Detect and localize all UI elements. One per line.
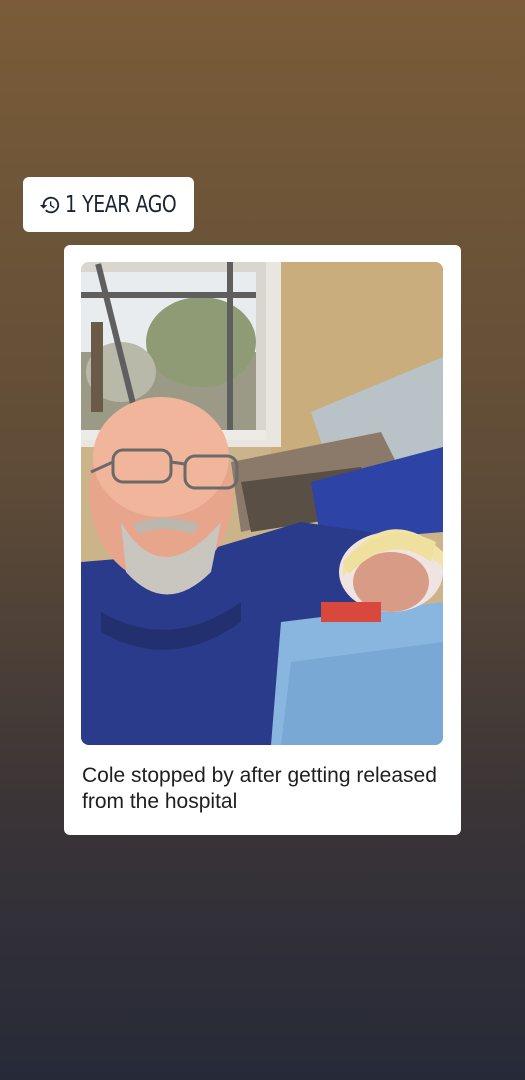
memory-card[interactable]: Cole stopped by after getting released f… xyxy=(64,245,461,835)
time-ago-label: 1 YEAR AGO xyxy=(65,191,177,218)
memory-photo[interactable] xyxy=(81,262,443,745)
memory-caption: Cole stopped by after getting released f… xyxy=(82,764,437,813)
time-ago-badge: 1 YEAR AGO xyxy=(23,177,194,232)
history-icon xyxy=(39,194,61,216)
